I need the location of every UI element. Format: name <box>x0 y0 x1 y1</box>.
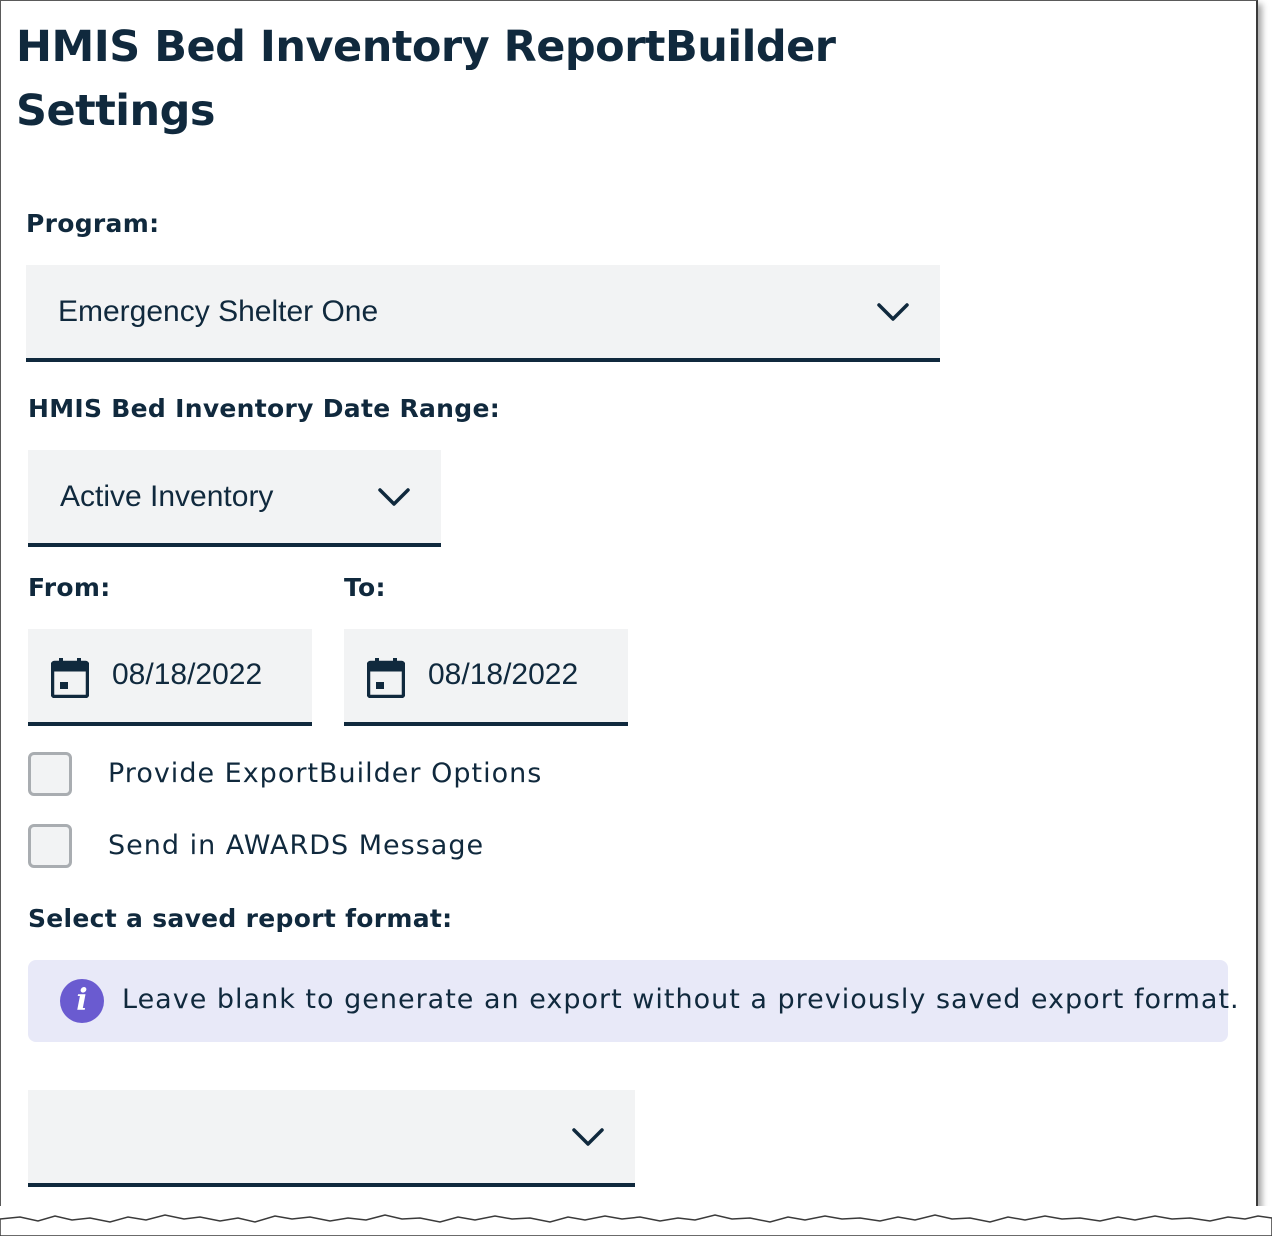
awards-message-label[interactable]: Send in AWARDS Message <box>108 830 484 861</box>
page-title-line-1: HMIS Bed Inventory ReportBuilder <box>16 22 836 72</box>
program-select-value: Emergency Shelter One <box>58 294 379 328</box>
program-select[interactable]: Emergency Shelter One <box>26 265 940 362</box>
page-title: HMIS Bed Inventory ReportBuilder Setting… <box>16 15 836 143</box>
program-label: Program: <box>26 209 160 238</box>
calendar-icon[interactable] <box>367 658 405 698</box>
chevron-down-icon <box>572 1127 604 1146</box>
to-date-value: 08/18/2022 <box>428 658 579 691</box>
date-range-select-value: Active Inventory <box>60 479 274 513</box>
awards-message-row[interactable]: Send in AWARDS Message <box>28 824 728 868</box>
chevron-down-icon <box>378 487 410 506</box>
calendar-icon[interactable] <box>51 658 89 698</box>
info-icon: i <box>60 979 104 1023</box>
torn-edge-decoration <box>0 1206 1272 1236</box>
info-banner-text: Leave blank to generate an export withou… <box>122 984 1240 1015</box>
exportbuilder-options-label[interactable]: Provide ExportBuilder Options <box>108 758 542 789</box>
to-label: To: <box>344 573 386 602</box>
settings-panel: HMIS Bed Inventory ReportBuilder Setting… <box>0 0 1258 1222</box>
awards-message-checkbox[interactable] <box>28 824 72 868</box>
date-range-label: HMIS Bed Inventory Date Range: <box>28 394 501 423</box>
page-title-line-2: Settings <box>16 86 215 136</box>
from-label: From: <box>28 573 111 602</box>
from-date-value: 08/18/2022 <box>112 658 263 691</box>
info-banner: i Leave blank to generate an export with… <box>28 960 1239 1042</box>
to-date-input[interactable]: 08/18/2022 <box>344 629 628 726</box>
exportbuilder-options-row[interactable]: Provide ExportBuilder Options <box>28 752 728 796</box>
report-format-label: Select a saved report format: <box>28 904 453 933</box>
date-range-select[interactable]: Active Inventory <box>28 450 441 547</box>
chevron-down-icon <box>877 302 909 321</box>
from-date-input[interactable]: 08/18/2022 <box>28 629 312 726</box>
exportbuilder-options-checkbox[interactable] <box>28 752 72 796</box>
report-format-select[interactable] <box>28 1090 635 1187</box>
